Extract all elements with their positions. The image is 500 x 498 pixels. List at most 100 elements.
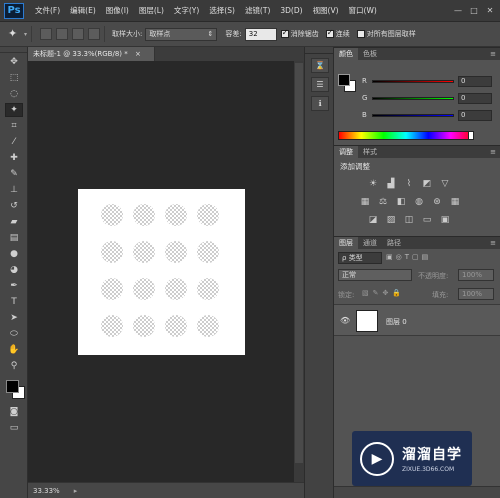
dodge-tool-icon[interactable]: ◕ [5, 263, 23, 277]
color-balance-icon[interactable]: ⚖ [377, 197, 389, 207]
gradient-map-icon[interactable]: ▭ [421, 215, 433, 225]
red-slider[interactable] [372, 79, 454, 83]
clone-stamp-tool-icon[interactable]: ⊥ [5, 183, 23, 197]
visibility-eye-icon[interactable]: 👁 [340, 316, 350, 325]
layer-filter-icons[interactable]: ▣◎T▢▤ [386, 253, 431, 261]
history-brush-tool-icon[interactable]: ↺ [5, 199, 23, 213]
threshold-icon[interactable]: ◫ [403, 215, 415, 225]
menu-file[interactable]: 文件(F) [30, 5, 65, 16]
close-button[interactable]: ✕ [483, 5, 497, 17]
blue-value[interactable]: 0 [458, 109, 492, 121]
tab-styles[interactable]: 样式 [358, 146, 382, 158]
black-white-icon[interactable]: ◧ [395, 197, 407, 207]
vertical-scrollbar[interactable] [294, 61, 304, 482]
blue-slider[interactable] [372, 113, 454, 117]
dock-grip[interactable] [305, 47, 333, 54]
minimize-button[interactable]: — [451, 5, 465, 17]
green-slider[interactable] [372, 96, 454, 100]
fill-input[interactable]: 100% [458, 288, 494, 300]
healing-brush-tool-icon[interactable]: ✚ [5, 151, 23, 165]
antialias-checkbox[interactable] [280, 28, 289, 38]
green-value[interactable]: 0 [458, 92, 492, 104]
quick-mask-icon[interactable]: ◙ [5, 405, 23, 419]
pen-tool-icon[interactable]: ✒ [5, 279, 23, 293]
history-panel-icon[interactable]: ⌛ [311, 58, 329, 73]
menu-layer[interactable]: 图层(L) [134, 5, 169, 16]
eraser-tool-icon[interactable]: ▰ [5, 215, 23, 229]
menu-image[interactable]: 图像(I) [101, 5, 134, 16]
lock-icons[interactable]: ▧✎✥🔒 [362, 289, 405, 297]
tab-layers[interactable]: 图层 [334, 237, 358, 249]
menu-filter[interactable]: 滤镜(T) [240, 5, 275, 16]
vibrance-icon[interactable]: ▽ [439, 179, 451, 189]
tab-channels[interactable]: 通道 [358, 237, 382, 249]
panel-menu-icon[interactable]: ≡ [490, 146, 496, 158]
path-selection-tool-icon[interactable]: ➤ [5, 311, 23, 325]
panel-menu-icon[interactable]: ≡ [490, 48, 496, 60]
layer-row[interactable]: 👁 图层 0 [334, 304, 500, 336]
tools-grip[interactable] [0, 47, 27, 53]
exposure-icon[interactable]: ◩ [421, 179, 433, 189]
layer-name[interactable]: 图层 0 [386, 317, 407, 327]
shape-tool-icon[interactable]: ⬭ [5, 327, 23, 341]
color-spectrum-bar[interactable] [338, 131, 474, 140]
selective-color-icon[interactable]: ▣ [439, 215, 451, 225]
marquee-tool-icon[interactable]: ⬚ [5, 71, 23, 85]
panel-menu-icon[interactable]: ≡ [490, 237, 496, 249]
contiguous-checkbox[interactable] [325, 28, 334, 38]
magic-wand-icon[interactable]: ✦ [8, 26, 24, 42]
blend-mode-select[interactable]: 正常 [338, 269, 412, 281]
brightness-icon[interactable]: ☀ [367, 179, 379, 189]
foreground-color-swatch[interactable] [6, 380, 19, 393]
tab-color[interactable]: 颜色 [334, 48, 358, 60]
menu-select[interactable]: 选择(S) [204, 5, 240, 16]
info-panel-icon[interactable]: ℹ [311, 96, 329, 111]
hue-saturation-icon[interactable]: ▦ [359, 197, 371, 207]
tab-swatches[interactable]: 色板 [358, 48, 382, 60]
layer-filter-select[interactable]: ρ 类型 [338, 252, 382, 264]
menu-view[interactable]: 视图(V) [308, 5, 344, 16]
subtract-selection-icon[interactable] [72, 28, 85, 40]
scrollbar-thumb[interactable] [295, 63, 303, 463]
add-selection-icon[interactable] [56, 28, 69, 40]
intersect-selection-icon[interactable] [88, 28, 101, 40]
screen-mode-icon[interactable]: ▭ [5, 421, 23, 435]
menu-edit[interactable]: 编辑(E) [65, 5, 101, 16]
menu-type[interactable]: 文字(Y) [169, 5, 204, 16]
zoom-tool-icon[interactable]: ⚲ [5, 359, 23, 373]
properties-panel-icon[interactable]: ☰ [311, 77, 329, 92]
brush-tool-icon[interactable]: ✎ [5, 167, 23, 181]
invert-icon[interactable]: ◪ [367, 215, 379, 225]
hand-tool-icon[interactable]: ✋ [5, 343, 23, 357]
crop-tool-icon[interactable]: ⌗ [5, 119, 23, 133]
levels-icon[interactable]: ▟ [385, 179, 397, 189]
posterize-icon[interactable]: ▨ [385, 215, 397, 225]
new-selection-icon[interactable] [40, 28, 53, 40]
status-menu-arrow-icon[interactable]: ▸ [74, 487, 78, 495]
photo-filter-icon[interactable]: ◍ [413, 197, 425, 207]
gradient-tool-icon[interactable]: ▤ [5, 231, 23, 245]
spectrum-white-swatch[interactable] [468, 131, 474, 140]
tolerance-input[interactable]: 32 [244, 27, 277, 41]
curves-icon[interactable]: ⌇ [403, 179, 415, 189]
move-tool-icon[interactable]: ✥ [5, 55, 23, 69]
eyedropper-tool-icon[interactable]: ⁄ [5, 135, 23, 149]
lasso-tool-icon[interactable]: ◌ [5, 87, 23, 101]
color-lookup-icon[interactable]: ▦ [449, 197, 461, 207]
menu-3d[interactable]: 3D(D) [275, 6, 307, 15]
document-tab[interactable]: 未标题-1 @ 33.3%(RGB/8) * × [28, 47, 155, 61]
document-canvas[interactable] [78, 189, 245, 355]
close-tab-icon[interactable]: × [135, 50, 141, 58]
tab-adjustments[interactable]: 调整 [334, 146, 358, 158]
channel-mixer-icon[interactable]: ⊛ [431, 197, 443, 207]
zoom-level[interactable]: 33.33% [33, 487, 60, 495]
menu-window[interactable]: 窗口(W) [344, 5, 382, 16]
preset-dropdown-arrow-icon[interactable]: ▾ [24, 31, 27, 38]
red-value[interactable]: 0 [458, 75, 492, 87]
maximize-button[interactable]: □ [467, 5, 481, 17]
tab-paths[interactable]: 路径 [382, 237, 406, 249]
sample-all-layers-checkbox[interactable] [356, 30, 365, 38]
type-tool-icon[interactable]: T [5, 295, 23, 309]
sample-size-select[interactable]: 取样点 ⇕ [145, 27, 218, 41]
opacity-input[interactable]: 100% [458, 269, 494, 281]
